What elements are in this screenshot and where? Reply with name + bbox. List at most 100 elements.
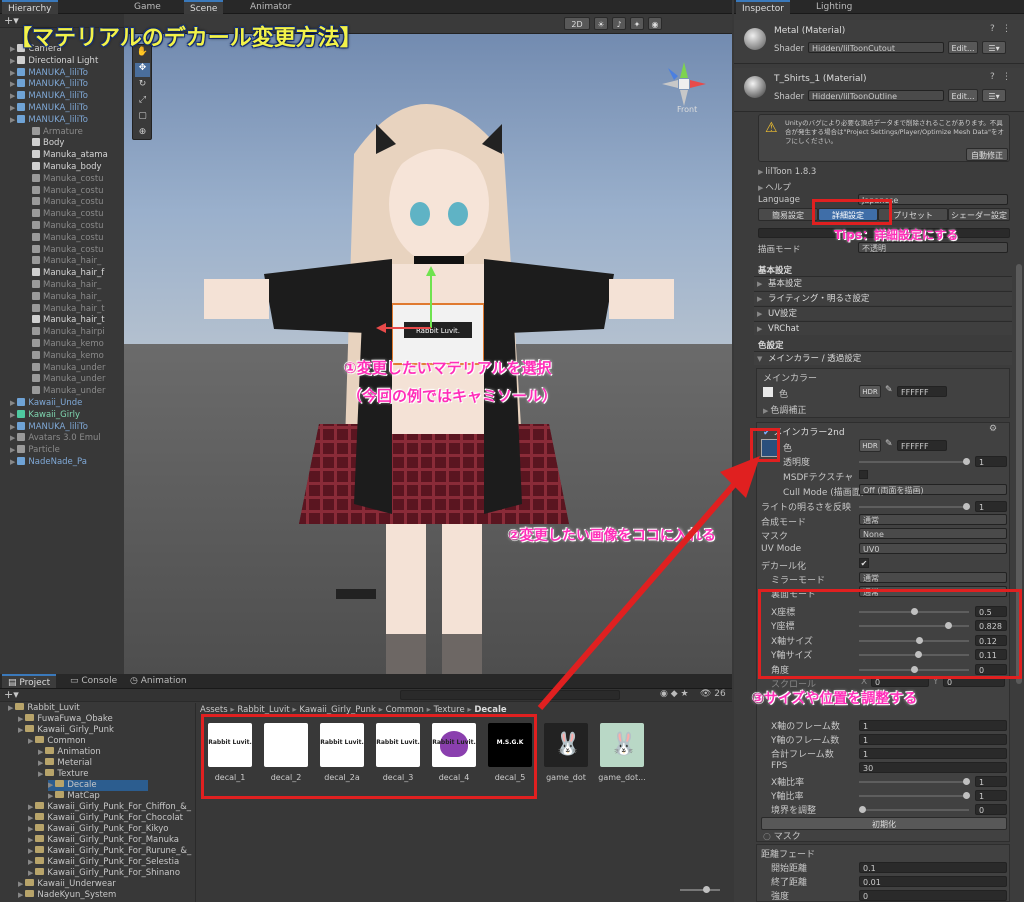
hierarchy-item[interactable]: ▶ Kawaii_Unde	[10, 398, 82, 409]
hierarchy-item[interactable]: Manuka_costu	[30, 197, 104, 208]
help-icon[interactable]: ?	[990, 24, 995, 34]
project-folder[interactable]: ▶ Kawaii_Girly_Punk_For_Manuka	[28, 835, 179, 846]
expand-arrow-icon[interactable]: ▶	[28, 814, 33, 822]
expand-arrow-icon[interactable]: ▶	[8, 704, 13, 712]
param-value[interactable]: 1	[859, 748, 1007, 759]
param-value[interactable]: 30	[859, 762, 1007, 773]
expand-arrow-icon[interactable]: ▶	[18, 726, 23, 734]
simple-settings-button[interactable]: 簡易設定	[758, 208, 818, 221]
param-slider-knob[interactable]	[963, 778, 970, 785]
project-folder[interactable]: ▶ FuwaFuwa_Obake	[18, 714, 113, 725]
expand-arrow-icon[interactable]: ▶	[10, 69, 15, 77]
zoom-slider[interactable]	[680, 889, 720, 891]
hierarchy-item[interactable]: Manuka_hairpi	[30, 327, 105, 338]
help-foldout[interactable]: ▶ ヘルプ	[758, 181, 791, 193]
zoom-knob[interactable]	[703, 886, 710, 893]
param-value[interactable]: 0.01	[859, 876, 1007, 887]
expand-arrow-icon[interactable]: ▶	[38, 748, 43, 756]
project-folder[interactable]: ▶ Animation	[38, 747, 101, 758]
hierarchy-item[interactable]: Body	[30, 138, 64, 149]
hierarchy-item[interactable]: ▶ Directional Light	[10, 55, 98, 67]
hierarchy-item[interactable]: ▶ MANUKA_liliTo	[10, 103, 88, 114]
hierarchy-item[interactable]: ▶ MANUKA_liliTo	[10, 91, 88, 102]
cull-dropdown[interactable]: Off (両面を描画)	[859, 484, 1007, 495]
shader-dropdown[interactable]: Hidden/lilToonOutline	[808, 90, 944, 101]
transparency-knob[interactable]	[963, 458, 970, 465]
color-hex-field[interactable]: FFFFFF	[897, 440, 947, 451]
group-vrchat[interactable]: ▶ VRChat	[754, 321, 1012, 335]
hierarchy-item[interactable]: Manuka_costu	[30, 244, 104, 256]
tab-game[interactable]: Game	[128, 0, 167, 14]
expand-arrow-icon[interactable]: ▶	[38, 770, 43, 778]
group-main-color[interactable]: ▼ メインカラー / 透過設定	[754, 351, 1012, 365]
expand-arrow-icon[interactable]: ▶	[48, 792, 53, 800]
param-value[interactable]: 0	[975, 804, 1007, 815]
light-value[interactable]: 1	[975, 501, 1007, 512]
project-folder[interactable]: ▶ Kawaii_Girly_Punk_For_Selestia	[28, 857, 179, 868]
param-slider[interactable]	[859, 809, 969, 811]
hierarchy-item[interactable]: ▶ MANUKA_liliTo	[10, 79, 88, 90]
mask2-label[interactable]: ○ マスク	[763, 829, 801, 842]
add-asset-icon[interactable]: +▾	[4, 689, 19, 701]
hierarchy-item[interactable]: Manuka_hair_t	[30, 315, 105, 326]
tab-console[interactable]: ▭ Console	[64, 674, 123, 688]
transparency-slider[interactable]	[859, 461, 969, 463]
project-folder[interactable]: ▶ Kawaii_Underwear	[18, 879, 116, 890]
hierarchy-item[interactable]: Manuka_under	[30, 386, 105, 397]
expand-arrow-icon[interactable]: ▶	[48, 781, 53, 789]
hierarchy-item[interactable]: Manuka_kemo	[30, 339, 104, 350]
hierarchy-item[interactable]: ▶ NadeNade_Pa	[10, 457, 87, 468]
mirror-dropdown[interactable]: 通常	[859, 572, 1007, 583]
help-icon[interactable]: ?	[990, 72, 995, 82]
tab-inspector[interactable]: Inspector	[736, 0, 790, 14]
hierarchy-item[interactable]: ▶ MANUKA_liliTo	[10, 114, 88, 126]
eyedropper-icon[interactable]: ✎	[885, 385, 893, 395]
shader-dropdown[interactable]: Hidden/lilToonCutout	[808, 42, 944, 53]
list-menu-icon[interactable]: ☰▾	[982, 41, 1006, 54]
hierarchy-item[interactable]: ▶ MANUKA_liliTo	[10, 67, 88, 79]
project-folder[interactable]: ▶ NadeKyun_System	[18, 890, 116, 901]
eyedropper-icon[interactable]: ✎	[885, 439, 893, 449]
project-folder[interactable]: ▶ Kawaii_Girly_Punk_For_Rurune_&_	[28, 846, 191, 857]
group-uv[interactable]: ▶ UV設定	[754, 306, 1012, 320]
hierarchy-item[interactable]: ▶ Avatars 3.0 Emul	[10, 433, 101, 444]
auto-fix-button[interactable]: 自動修正	[966, 148, 1008, 161]
audio-toggle-icon[interactable]: ♪	[612, 17, 626, 30]
project-folder[interactable]: ▶ Texture	[38, 769, 89, 780]
hierarchy-item[interactable]: Manuka_costu	[30, 185, 104, 197]
expand-arrow-icon[interactable]: ▶	[28, 825, 33, 833]
hierarchy-item[interactable]: Manuka_hair_t	[30, 303, 105, 315]
group-lighting[interactable]: ▶ ライティング・明るさ設定	[754, 291, 1012, 305]
hierarchy-item[interactable]: Armature	[30, 126, 83, 138]
transparency-value[interactable]: 1	[975, 456, 1007, 467]
kebab-menu-icon[interactable]: ⋮	[1002, 24, 1011, 34]
expand-arrow-icon[interactable]: ▶	[10, 411, 15, 419]
param-slider[interactable]	[859, 795, 969, 797]
kebab-menu-icon[interactable]: ⋮	[1002, 72, 1011, 82]
project-folder[interactable]: ▶ Meterial	[38, 758, 92, 769]
expand-arrow-icon[interactable]: ▶	[28, 858, 33, 866]
param-value[interactable]: 0.1	[859, 862, 1007, 873]
hierarchy-item[interactable]: Manuka_hair_f	[30, 268, 104, 279]
edit-shader-button[interactable]: Edit...	[948, 41, 978, 54]
param-slider-knob[interactable]	[859, 806, 866, 813]
hierarchy-item[interactable]: Manuka_atama	[30, 150, 108, 161]
expand-arrow-icon[interactable]: ▶	[18, 880, 23, 888]
expand-arrow-icon[interactable]: ▶	[18, 715, 23, 723]
param-value[interactable]: 1	[975, 790, 1007, 801]
param-value[interactable]: 1	[859, 734, 1007, 745]
project-folder[interactable]: ▶ Kawaii_Girly_Punk_For_Chocolat	[28, 813, 183, 824]
msdf-checkbox[interactable]	[859, 470, 868, 479]
hierarchy-item[interactable]: ▶ Kawaii_Girly	[10, 409, 80, 421]
2d-toggle[interactable]: 2D	[564, 17, 590, 30]
asset-thumbnail[interactable]: 🐰	[600, 723, 644, 767]
hierarchy-item[interactable]: Manuka_hair_	[30, 291, 101, 303]
hierarchy-item[interactable]: Manuka_kemo	[30, 350, 104, 362]
expand-arrow-icon[interactable]: ▶	[10, 80, 15, 88]
hierarchy-item[interactable]: Manuka_body	[30, 162, 102, 173]
tab-animator[interactable]: Animator	[244, 0, 297, 14]
hierarchy-item[interactable]: Manuka_hair_	[30, 256, 101, 267]
project-folder[interactable]: ▶ Kawaii_Girly_Punk_For_Kikyo	[28, 824, 168, 835]
expand-arrow-icon[interactable]: ▶	[10, 104, 15, 112]
expand-arrow-icon[interactable]: ▶	[28, 737, 33, 745]
